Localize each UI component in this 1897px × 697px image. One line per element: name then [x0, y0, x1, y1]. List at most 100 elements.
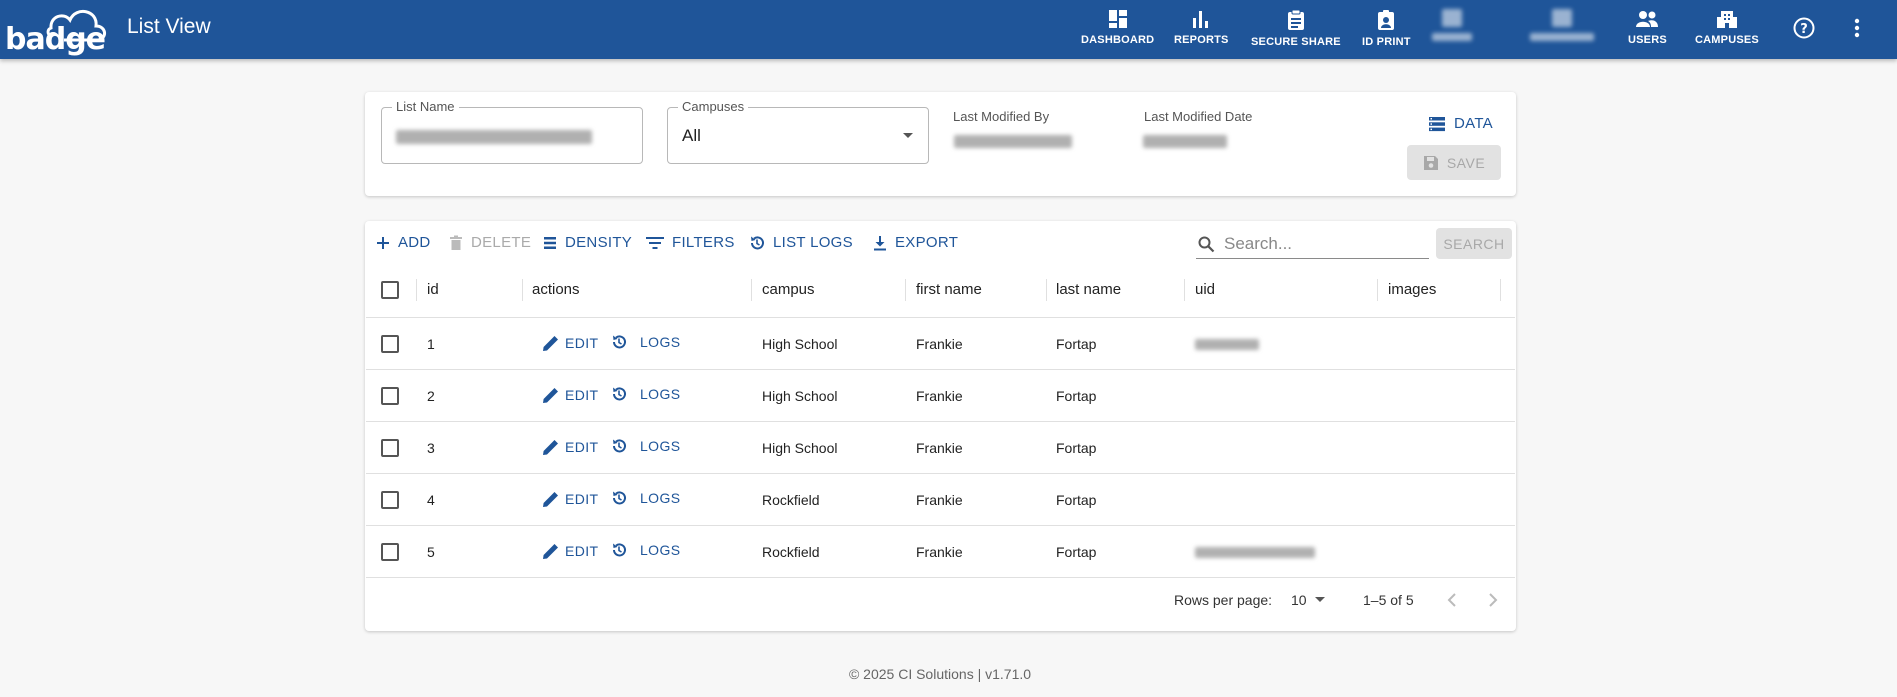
cell-last-name: Fortap	[1056, 544, 1097, 560]
column-header-id[interactable]: id	[427, 270, 439, 318]
last-modified-by-label: Last Modified By	[953, 109, 1050, 124]
edit-label: EDIT	[565, 543, 599, 559]
pencil-icon	[543, 336, 558, 351]
edit-button[interactable]: EDIT	[542, 438, 599, 456]
nav-users[interactable]: USERS	[1628, 9, 1667, 51]
help-button[interactable]: ?	[1790, 14, 1818, 42]
search-field[interactable]	[1196, 230, 1429, 259]
column-header-last-name[interactable]: last name	[1056, 270, 1121, 318]
density-button[interactable]: DENSITY	[543, 234, 632, 251]
cell-last-name: Fortap	[1056, 440, 1097, 456]
add-button-label: ADD	[398, 234, 431, 251]
campuses-select[interactable]: Campuses All	[667, 99, 929, 164]
search-button[interactable]: SEARCH	[1436, 228, 1512, 259]
nav-users-label: USERS	[1628, 34, 1667, 46]
column-separator	[522, 279, 523, 301]
table-row[interactable]: 5 EDIT LOGS Rockfield Frankie Fortap	[366, 526, 1515, 578]
cell-uid-redacted	[1195, 339, 1259, 350]
column-header-actions[interactable]: actions	[532, 270, 580, 318]
delete-button[interactable]: DELETE	[449, 234, 531, 251]
nav-secure-share[interactable]: SECURE SHARE	[1251, 9, 1341, 51]
grid-header: id actions campus first name last name u…	[366, 270, 1515, 318]
help-icon: ?	[1793, 17, 1815, 39]
column-header-campus[interactable]: campus	[762, 270, 815, 318]
rows-per-page-value: 10	[1291, 592, 1307, 608]
column-header-images[interactable]: images	[1388, 270, 1436, 318]
rows-per-page-select[interactable]: 10	[1291, 592, 1325, 608]
filters-button[interactable]: FILTERS	[646, 234, 735, 251]
table-row[interactable]: 3 EDIT LOGS High School Frankie Fortap	[366, 422, 1515, 474]
redacted-icon	[1442, 9, 1462, 27]
logs-button[interactable]: LOGS	[611, 334, 681, 350]
table-row[interactable]: 1 EDIT LOGS High School Frankie Fortap	[366, 318, 1515, 370]
nav-campuses[interactable]: CAMPUSES	[1695, 9, 1759, 51]
id-badge-icon	[1378, 10, 1395, 30]
rows-per-page-label: Rows per page:	[1174, 592, 1273, 608]
logs-button[interactable]: LOGS	[611, 386, 681, 402]
nav-id-print[interactable]: ID PRINT	[1362, 9, 1411, 51]
cell-id: 2	[427, 388, 435, 404]
dropdown-arrow-icon	[1314, 597, 1325, 602]
chevron-left-icon	[1447, 593, 1456, 607]
column-separator	[1377, 279, 1378, 301]
logs-label: LOGS	[640, 490, 681, 506]
trash-icon	[450, 235, 462, 250]
data-button[interactable]: DATA	[1428, 115, 1493, 132]
save-button[interactable]: SAVE	[1407, 145, 1501, 180]
row-checkbox[interactable]	[381, 439, 399, 457]
cell-first-name: Frankie	[916, 544, 963, 560]
badge-logo[interactable]: badge	[4, 2, 108, 57]
row-checkbox[interactable]	[381, 387, 399, 405]
edit-button[interactable]: EDIT	[542, 490, 599, 508]
list-logs-button-label: LIST LOGS	[773, 234, 853, 251]
building-icon	[1716, 11, 1737, 28]
row-checkbox[interactable]	[381, 335, 399, 353]
column-separator	[905, 279, 906, 301]
cell-campus: Rockfield	[762, 544, 820, 560]
row-checkbox[interactable]	[381, 543, 399, 561]
more-menu-button[interactable]	[1843, 14, 1871, 42]
edit-button[interactable]: EDIT	[542, 334, 599, 352]
cell-campus: High School	[762, 336, 838, 352]
column-header-first-name[interactable]: first name	[916, 270, 982, 318]
list-name-field[interactable]: List Name	[381, 99, 643, 164]
bar-chart-icon	[1193, 11, 1209, 28]
last-modified-by-value	[954, 135, 1072, 148]
page-title: List View	[127, 15, 211, 38]
history-icon	[613, 491, 626, 505]
table-row[interactable]: 2 EDIT LOGS High School Frankie Fortap	[366, 370, 1515, 422]
search-input[interactable]	[1224, 232, 1424, 256]
users-icon	[1636, 11, 1659, 27]
more-vert-icon	[1854, 18, 1860, 38]
save-icon	[1423, 155, 1438, 170]
select-all-checkbox[interactable]	[381, 281, 399, 299]
column-header-uid[interactable]: uid	[1195, 270, 1215, 318]
nav-redacted-2[interactable]	[1530, 9, 1594, 51]
logs-label: LOGS	[640, 386, 681, 402]
dropdown-arrow-icon	[903, 133, 913, 138]
density-icon	[544, 236, 556, 249]
redacted-label	[1530, 33, 1594, 41]
nav-dashboard[interactable]: DASHBOARD	[1081, 9, 1154, 51]
cell-first-name: Frankie	[916, 336, 963, 352]
next-page-button[interactable]	[1487, 592, 1499, 613]
redacted-label	[1432, 33, 1472, 41]
column-separator	[416, 279, 417, 301]
pagination-range: 1–5 of 5	[1363, 592, 1414, 608]
list-logs-button[interactable]: LIST LOGS	[749, 234, 853, 251]
logs-button[interactable]: LOGS	[611, 542, 681, 558]
export-button[interactable]: EXPORT	[873, 234, 958, 251]
edit-button[interactable]: EDIT	[542, 542, 599, 560]
cell-last-name: Fortap	[1056, 492, 1097, 508]
logs-button[interactable]: LOGS	[611, 438, 681, 454]
edit-button[interactable]: EDIT	[542, 386, 599, 404]
nav-redacted-1[interactable]	[1432, 9, 1472, 51]
table-row[interactable]: 4 EDIT LOGS Rockfield Frankie Fortap	[366, 474, 1515, 526]
logs-button[interactable]: LOGS	[611, 490, 681, 506]
previous-page-button[interactable]	[1446, 592, 1458, 613]
nav-reports[interactable]: REPORTS	[1174, 9, 1229, 51]
row-checkbox[interactable]	[381, 491, 399, 509]
pencil-icon	[543, 492, 558, 507]
add-button[interactable]: ADD	[376, 234, 431, 251]
search-icon	[1198, 236, 1215, 253]
